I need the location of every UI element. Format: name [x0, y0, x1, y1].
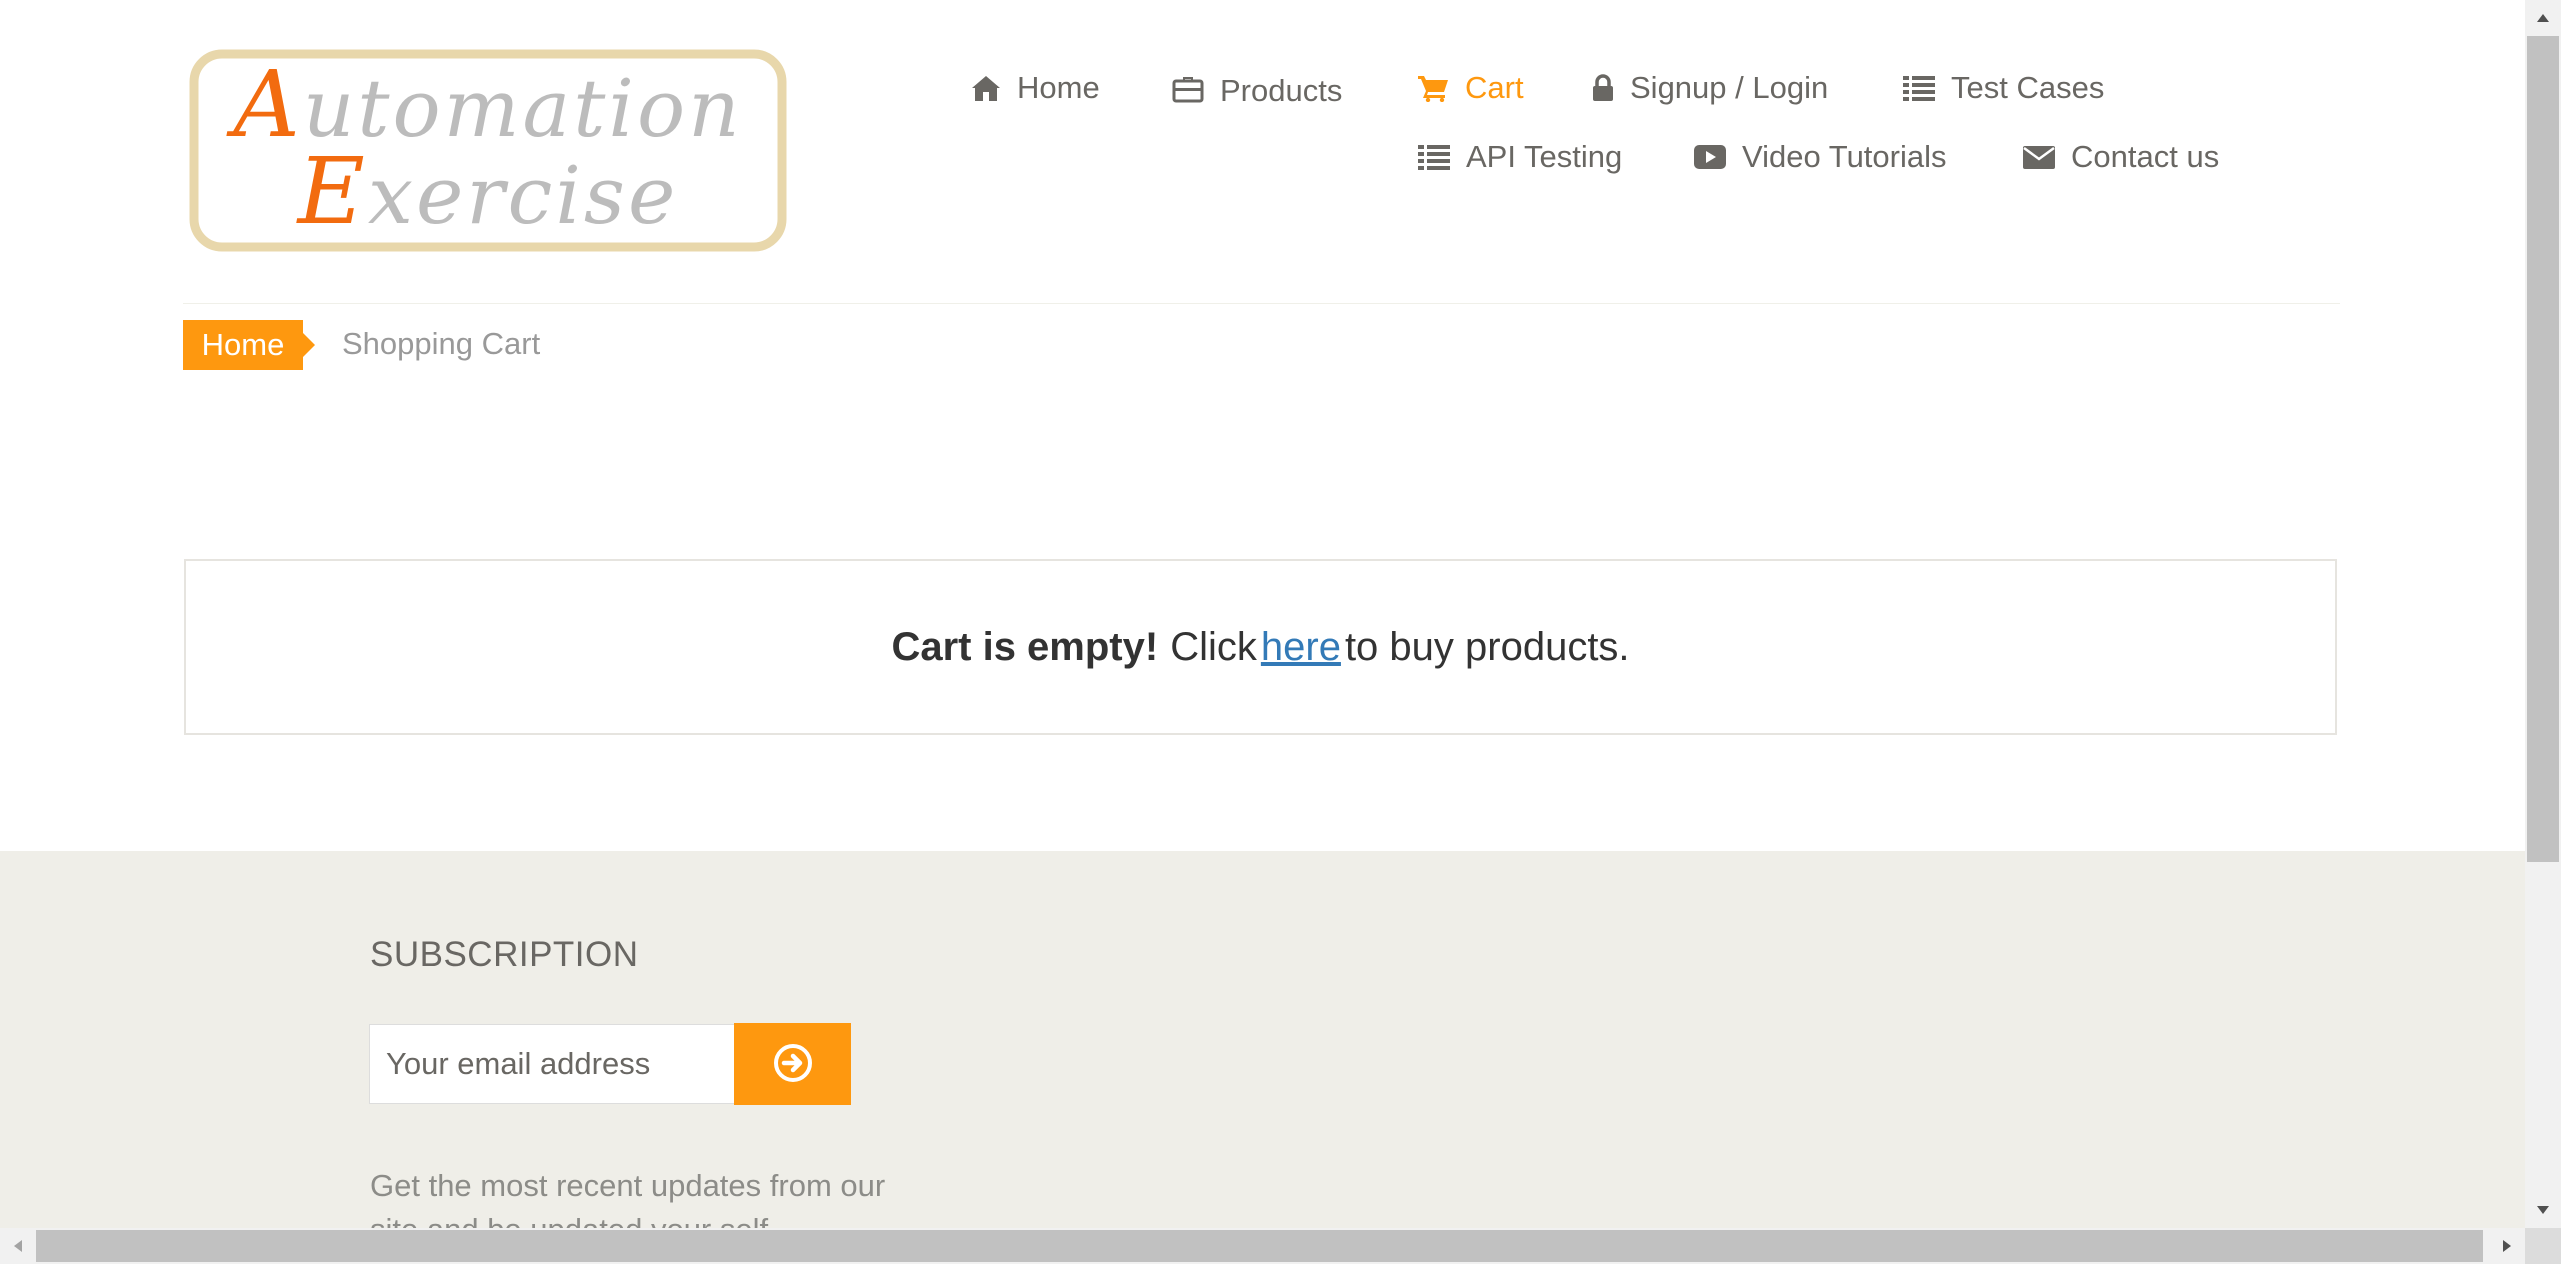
list-icon — [1903, 75, 1935, 101]
scroll-down-arrow-icon[interactable] — [2525, 1192, 2561, 1228]
subscription-email-input[interactable] — [369, 1024, 735, 1104]
breadcrumb-home-label: Home — [201, 327, 285, 362]
nav-products[interactable]: Products — [1172, 70, 1343, 108]
browser-page: Automation Exercise Home Products Cart S… — [0, 0, 2561, 1264]
nav-signup-login[interactable]: Signup / Login — [1592, 70, 1828, 106]
nav-video-tutorials-label: Video Tutorials — [1742, 139, 1947, 174]
nav-test-cases[interactable]: Test Cases — [1903, 70, 2104, 106]
list-icon — [1418, 144, 1450, 170]
nav-cart-label: Cart — [1465, 70, 1524, 105]
nav-video-tutorials[interactable]: Video Tutorials — [1694, 139, 1947, 175]
nav-signup-login-label: Signup / Login — [1630, 70, 1829, 105]
vertical-scroll-thumb[interactable] — [2527, 36, 2559, 862]
envelope-icon — [2023, 144, 2055, 170]
nav-home[interactable]: Home — [971, 70, 1100, 106]
shopping-cart-icon — [1417, 74, 1449, 102]
empty-cart-message: Cart is empty! Click here to buy product… — [184, 559, 2337, 735]
subscription-description: Get the most recent updates from our sit… — [370, 1168, 886, 1228]
subscription-title: SUBSCRIPTION — [370, 935, 639, 974]
horizontal-scrollbar[interactable] — [0, 1228, 2525, 1264]
site-logo[interactable]: Automation Exercise — [188, 48, 788, 253]
scroll-left-arrow-icon[interactable] — [0, 1228, 36, 1264]
briefcase-icon — [1172, 73, 1204, 103]
home-icon — [971, 74, 1001, 102]
youtube-play-icon — [1694, 144, 1726, 170]
nav-products-label: Products — [1220, 73, 1343, 108]
nav-test-cases-label: Test Cases — [1951, 70, 2105, 105]
nav-api-testing[interactable]: API Testing — [1418, 139, 1622, 175]
breadcrumb-home[interactable]: Home — [183, 320, 315, 370]
nav-cart[interactable]: Cart — [1417, 70, 1524, 106]
scroll-right-arrow-icon[interactable] — [2489, 1228, 2525, 1264]
empty-cart-trailing-text: to buy products. — [1344, 624, 1630, 669]
subscribe-button[interactable] — [734, 1023, 851, 1105]
horizontal-scroll-thumb[interactable] — [36, 1230, 2483, 1262]
vertical-scrollbar[interactable] — [2525, 0, 2561, 1228]
nav-contact-us-label: Contact us — [2071, 139, 2220, 174]
nav-contact-us[interactable]: Contact us — [2023, 139, 2219, 175]
buy-products-link[interactable]: here — [1261, 625, 1341, 670]
nav-api-testing-label: API Testing — [1466, 139, 1623, 174]
breadcrumb-current: Shopping Cart — [342, 326, 541, 361]
scroll-up-arrow-icon[interactable] — [2525, 0, 2561, 36]
scrollbar-corner — [2525, 1228, 2561, 1264]
header-divider — [183, 303, 2340, 304]
svg-text:Exercise: Exercise — [296, 138, 679, 245]
nav-home-label: Home — [1017, 70, 1100, 105]
empty-cart-heading: Cart is empty! — [891, 624, 1159, 669]
arrow-circle-right-icon — [773, 1043, 813, 1086]
lock-icon — [1592, 74, 1614, 102]
page-viewport: Automation Exercise Home Products Cart S… — [0, 0, 2525, 1228]
empty-cart-click-text: Click — [1170, 624, 1257, 669]
